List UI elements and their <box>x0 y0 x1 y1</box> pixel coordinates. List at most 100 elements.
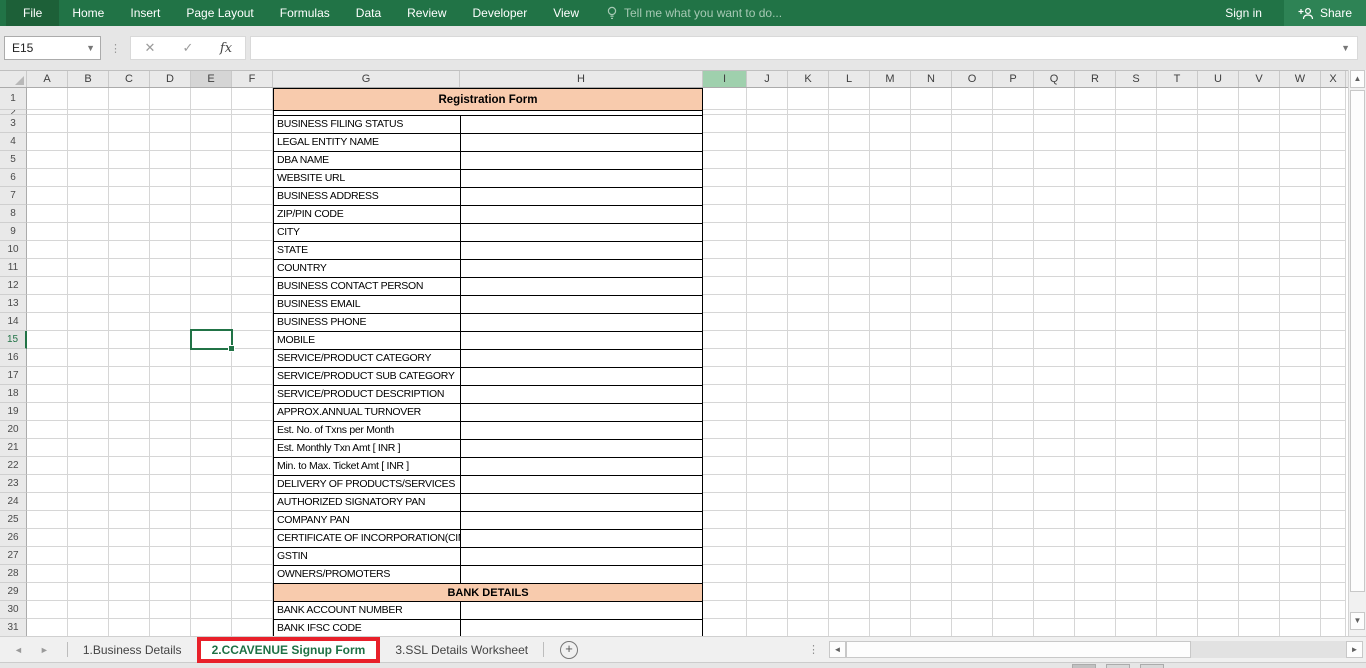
column-header-A[interactable]: A <box>27 71 68 87</box>
tell-me-box[interactable]: Tell me what you want to do... <box>606 6 782 20</box>
column-header-P[interactable]: P <box>993 71 1034 87</box>
ribbon-tab-view[interactable]: View <box>540 0 592 26</box>
row-header-4[interactable]: 4 <box>0 133 27 151</box>
ribbon-tab-home[interactable]: Home <box>59 0 117 26</box>
form-label-cell[interactable]: OWNERS/PROMOTERS <box>274 566 461 583</box>
form-label-cell[interactable]: DBA NAME <box>274 152 461 169</box>
horizontal-scrollbar[interactable]: ◄ ► <box>829 641 1363 658</box>
form-label-cell[interactable]: MOBILE <box>274 332 461 349</box>
form-value-cell[interactable] <box>461 494 702 511</box>
row-header-6[interactable]: 6 <box>0 169 27 187</box>
column-header-B[interactable]: B <box>68 71 109 87</box>
form-label-cell[interactable]: DELIVERY OF PRODUCTS/SERVICES <box>274 476 461 493</box>
scroll-right-icon[interactable]: ► <box>1346 641 1363 658</box>
form-value-cell[interactable] <box>461 476 702 493</box>
form-value-cell[interactable] <box>461 548 702 565</box>
row-header-19[interactable]: 19 <box>0 403 27 421</box>
form-value-cell[interactable] <box>461 242 702 259</box>
form-label-cell[interactable]: BANK IFSC CODE <box>274 620 461 636</box>
form-value-cell[interactable] <box>461 422 702 439</box>
ribbon-tab-developer[interactable]: Developer <box>460 0 541 26</box>
ribbon-tab-review[interactable]: Review <box>394 0 459 26</box>
form-value-cell[interactable] <box>461 314 702 331</box>
row-header-8[interactable]: 8 <box>0 205 27 223</box>
form-value-cell[interactable] <box>461 602 702 619</box>
insert-function-icon[interactable]: fx <box>207 41 245 56</box>
form-label-cell[interactable]: AUTHORIZED SIGNATORY PAN <box>274 494 461 511</box>
vertical-scroll-track[interactable]: ▼ <box>1349 88 1366 636</box>
form-value-cell[interactable] <box>461 368 702 385</box>
row-header-1[interactable]: 1 <box>0 88 27 110</box>
column-header-U[interactable]: U <box>1198 71 1239 87</box>
row-header-3[interactable]: 3 <box>0 115 27 133</box>
share-button[interactable]: Share <box>1284 0 1366 26</box>
row-header-25[interactable]: 25 <box>0 511 27 529</box>
form-value-cell[interactable] <box>461 296 702 313</box>
column-header-J[interactable]: J <box>747 71 788 87</box>
sheet-tab-1[interactable]: 1.Business Details <box>68 637 197 662</box>
column-header-O[interactable]: O <box>952 71 993 87</box>
new-sheet-button[interactable]: + <box>560 641 578 659</box>
form-label-cell[interactable]: Min. to Max. Ticket Amt [ INR ] <box>274 458 461 475</box>
form-value-cell[interactable] <box>461 260 702 277</box>
form-label-cell[interactable]: WEBSITE URL <box>274 170 461 187</box>
form-label-cell[interactable]: BUSINESS FILING STATUS <box>274 116 461 133</box>
name-box[interactable]: E15 ▼ <box>4 36 101 60</box>
form-label-cell[interactable]: SERVICE/PRODUCT SUB CATEGORY <box>274 368 461 385</box>
row-header-31[interactable]: 31 <box>0 619 27 636</box>
row-header-20[interactable]: 20 <box>0 421 27 439</box>
row-header-26[interactable]: 26 <box>0 529 27 547</box>
vertical-scroll-thumb[interactable] <box>1350 90 1365 592</box>
form-value-cell[interactable] <box>461 404 702 421</box>
form-label-cell[interactable]: BANK ACCOUNT NUMBER <box>274 602 461 619</box>
column-header-H[interactable]: H <box>460 71 703 87</box>
form-label-cell[interactable]: GSTIN <box>274 548 461 565</box>
horizontal-scroll-track[interactable] <box>1191 641 1346 658</box>
ribbon-tab-page-layout[interactable]: Page Layout <box>173 0 266 26</box>
row-header-9[interactable]: 9 <box>0 223 27 241</box>
column-header-V[interactable]: V <box>1239 71 1280 87</box>
tab-bar-grip[interactable]: ⋮ <box>808 643 819 656</box>
ribbon-tab-file[interactable]: File <box>6 0 59 26</box>
page-layout-view-button[interactable] <box>1106 664 1130 668</box>
form-label-cell[interactable]: BUSINESS EMAIL <box>274 296 461 313</box>
form-value-cell[interactable] <box>461 620 702 636</box>
scroll-down-icon[interactable]: ▼ <box>1350 612 1365 630</box>
form-label-cell[interactable]: BUSINESS PHONE <box>274 314 461 331</box>
scroll-left-icon[interactable]: ◄ <box>829 641 846 658</box>
row-header-29[interactable]: 29 <box>0 583 27 601</box>
column-header-R[interactable]: R <box>1075 71 1116 87</box>
form-value-cell[interactable] <box>461 350 702 367</box>
bank-details-section-cell[interactable]: BANK DETAILS <box>274 584 702 602</box>
row-header-10[interactable]: 10 <box>0 241 27 259</box>
column-header-I[interactable]: I <box>703 71 747 87</box>
form-label-cell[interactable]: CITY <box>274 224 461 241</box>
form-value-cell[interactable] <box>461 278 702 295</box>
form-label-cell[interactable]: BUSINESS ADDRESS <box>274 188 461 205</box>
row-header-5[interactable]: 5 <box>0 151 27 169</box>
row-header-16[interactable]: 16 <box>0 349 27 367</box>
row-header-27[interactable]: 27 <box>0 547 27 565</box>
column-header-C[interactable]: C <box>109 71 150 87</box>
form-label-cell[interactable]: STATE <box>274 242 461 259</box>
ribbon-tab-formulas[interactable]: Formulas <box>267 0 343 26</box>
form-value-cell[interactable] <box>461 170 702 187</box>
row-header-24[interactable]: 24 <box>0 493 27 511</box>
row-header-28[interactable]: 28 <box>0 565 27 583</box>
column-header-K[interactable]: K <box>788 71 829 87</box>
form-value-cell[interactable] <box>461 134 702 151</box>
normal-view-button[interactable] <box>1072 664 1096 668</box>
form-label-cell[interactable]: Est. No. of Txns per Month <box>274 422 461 439</box>
column-header-X[interactable]: X <box>1321 71 1346 87</box>
row-header-22[interactable]: 22 <box>0 457 27 475</box>
form-label-cell[interactable]: COMPANY PAN <box>274 512 461 529</box>
form-value-cell[interactable] <box>461 332 702 349</box>
enter-icon[interactable]: ✓ <box>169 40 207 56</box>
form-label-cell[interactable]: SERVICE/PRODUCT CATEGORY <box>274 350 461 367</box>
vertical-scrollbar[interactable]: ▲ ▼ <box>1348 70 1366 636</box>
form-label-cell[interactable]: SERVICE/PRODUCT DESCRIPTION <box>274 386 461 403</box>
column-header-N[interactable]: N <box>911 71 952 87</box>
form-title-cell[interactable]: Registration Form <box>274 89 702 111</box>
form-label-cell[interactable]: ZIP/PIN CODE <box>274 206 461 223</box>
form-value-cell[interactable] <box>461 206 702 223</box>
